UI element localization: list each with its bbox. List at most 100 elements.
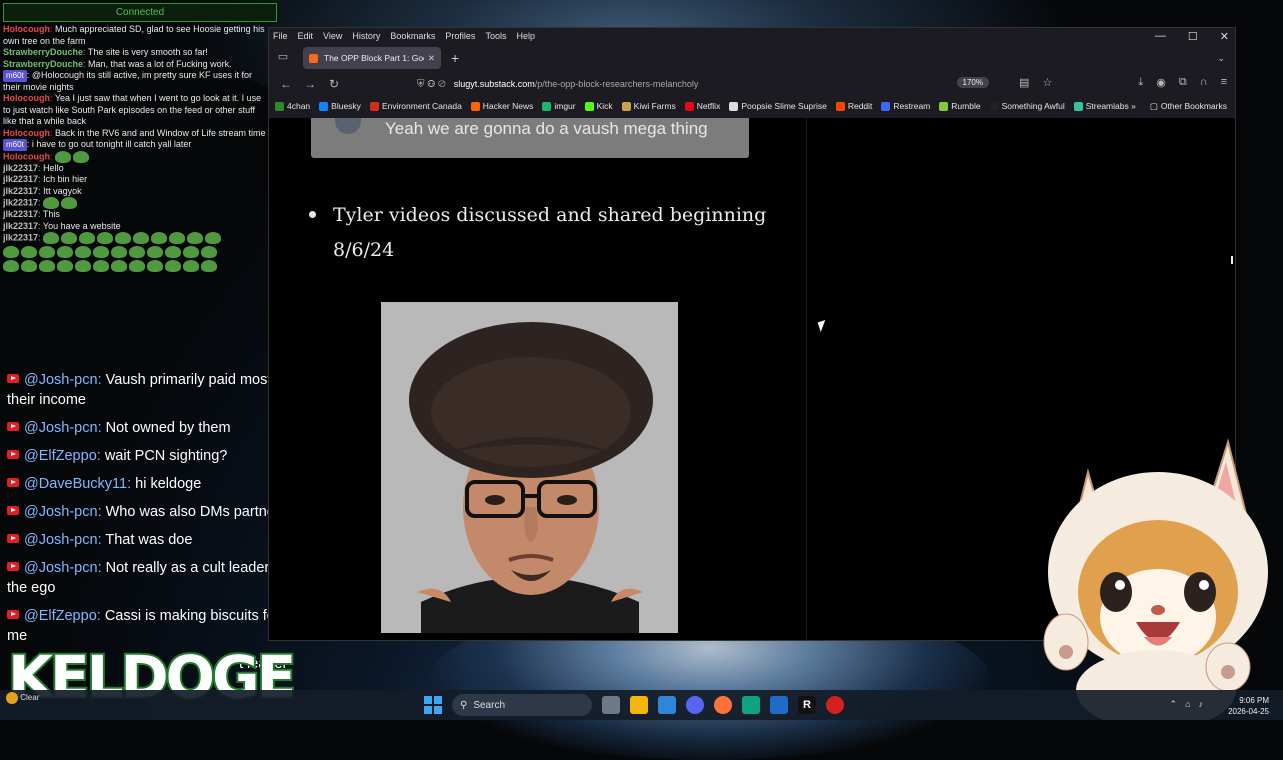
bookmark-item[interactable]: Netflix [684,101,720,111]
bookmark-item[interactable]: Kiwi Farms [621,101,676,111]
forward-icon[interactable]: → [303,77,317,91]
download-icon[interactable]: ⤓ [1138,76,1143,89]
chat-username[interactable]: jlk22317 [3,197,38,207]
youtube-username[interactable]: @DaveBucky11 [24,476,127,492]
tracking-shield-icon[interactable]: ⛨ ⚇ ⊘ [417,79,446,90]
discord-icon[interactable] [686,696,704,714]
bookmark-item[interactable]: Poopsie Slime Suprise [729,101,827,111]
bookmark-star-icon[interactable]: ☆ [1042,76,1052,89]
menu-item-help[interactable]: Help [516,31,535,41]
youtube-username[interactable]: @ElfZeppo [24,608,97,624]
chat-username[interactable]: jlk22317 [3,174,38,184]
bookmark-item[interactable]: 4chan [275,101,310,111]
chat-username[interactable]: Holocough [3,93,50,103]
youtube-chat-message: @Josh-pcn: Not owned by them [7,418,302,438]
maximize-icon[interactable]: ☐ [1188,30,1198,43]
obs-icon[interactable] [742,696,760,714]
account-icon[interactable]: ◉ [1156,76,1166,89]
bookmark-label: Restream [893,101,931,111]
bookmark-item[interactable]: Kick [584,101,613,111]
zoom-level[interactable]: 170% [956,77,989,88]
network-icon[interactable]: ⌂ [1185,699,1190,710]
chat-username[interactable]: jlk22317 [3,221,38,231]
tab-active[interactable]: The OPP Block Part 1: Gooners ✕ [303,47,441,69]
chat-username[interactable]: jlk22317 [3,163,38,173]
tray-chevron-icon[interactable]: ⌃ [1170,699,1178,710]
menu-item-history[interactable]: History [352,31,380,41]
youtube-username[interactable]: @Josh-pcn [24,372,98,388]
new-tab-icon[interactable]: + [451,50,459,66]
chat-message: Holocough: [3,150,267,163]
bookmark-item[interactable]: Streamlabs [1073,101,1129,111]
chat-username[interactable]: Holocough [3,128,50,138]
bookmark-item[interactable]: Reddit [835,101,872,111]
youtube-username[interactable]: @Josh-pcn [24,504,98,520]
chat-username[interactable]: StrawberryDouche [3,47,83,57]
pepe-emote-icon [165,246,181,258]
other-bookmarks[interactable]: » ▢ Other Bookmarks [1131,101,1227,112]
menu-item-edit[interactable]: Edit [298,31,314,41]
back-icon[interactable]: ← [279,77,293,91]
taskbar-search[interactable]: ⚲ Search [452,694,592,716]
bookmark-item[interactable]: Environment Canada [369,101,462,111]
app-menu-icon[interactable]: ≡ [1221,76,1227,89]
bookmark-item[interactable]: Bluesky [319,101,361,111]
menu-item-view[interactable]: View [323,31,342,41]
menu-item-profiles[interactable]: Profiles [445,31,475,41]
reader-view-icon[interactable]: ▤ [1019,76,1029,89]
chat-feed-top: Holocough: Much appreciated SD, glad to … [3,24,267,272]
chat-text: Back in the RV6 and and Window of Life s… [55,127,266,138]
extensions-icon[interactable]: ⧉ [1179,76,1187,89]
youtube-icon [7,506,19,515]
taskbar-widget[interactable]: Clear [6,692,39,704]
chat-username[interactable]: jlk22317 [3,209,38,219]
minimize-icon[interactable]: — [1155,30,1166,43]
substack-favicon-icon [309,53,318,63]
bookmark-item[interactable]: Rumble [939,101,981,111]
copilot-icon[interactable] [658,696,676,714]
reload-icon[interactable]: ↻ [327,77,341,91]
url-bar[interactable]: ⛨ ⚇ ⊘ slugyt.substack.com/p/the-opp-bloc… [417,74,997,94]
youtube-username[interactable]: @Josh-pcn [24,560,98,576]
pepe-emote-icon [97,232,114,244]
chat-username[interactable]: jlk22317 [3,232,38,242]
volume-icon[interactable]: ♪ [1199,699,1204,710]
article-photo[interactable] [381,302,678,633]
bookmark-favicon-icon [470,101,480,111]
chat-username[interactable]: Holocough [3,24,50,34]
bookmark-item[interactable]: Restream [881,101,930,111]
scrollbar-thumb[interactable] [1231,256,1233,264]
close-icon[interactable]: ✕ [1220,30,1229,43]
youtube-username[interactable]: @Josh-pcn [24,420,98,436]
menu-item-bookmarks[interactable]: Bookmarks [390,31,435,41]
task-view-icon[interactable] [602,696,620,714]
youtube-username[interactable]: @Josh-pcn [24,532,98,548]
restream-icon[interactable]: R [798,696,816,714]
chat-username[interactable]: m60t [3,70,27,82]
chat-username[interactable]: StrawberryDouche [3,59,83,69]
app-window-icon[interactable] [770,696,788,714]
chat-username[interactable]: jlk22317 [3,186,38,196]
tab-overflow-chevron-icon[interactable]: ⌄ [1217,53,1225,64]
tab-close-icon[interactable]: ✕ [428,53,435,64]
folder-icon: ▢ [1149,100,1158,111]
youtube-username[interactable]: @ElfZeppo [24,448,97,464]
chat-username[interactable]: Holocough [3,151,50,161]
windows-start-icon[interactable] [424,696,442,714]
youtube-chat-message: @Josh-pcn: Who was also DMs partner [7,502,302,522]
chat-username[interactable]: m60t [3,139,27,151]
bookmark-item[interactable]: Something Awful [989,101,1065,111]
firefox-icon[interactable] [714,696,732,714]
bookmark-item[interactable]: imgur [542,101,576,111]
taskbar-clock[interactable]: 9:06 PM 2026-04-25 [1228,695,1269,717]
tab-list-icon[interactable]: ▭ [275,50,291,66]
bookmarks-overflow-icon[interactable]: » [1131,101,1136,111]
menu-item-tools[interactable]: Tools [485,31,506,41]
chat-message: Holocough: Yea I just saw that when I we… [3,93,262,126]
bookmark-item[interactable]: Hacker News [470,101,533,111]
headset-icon[interactable]: ∩ [1200,76,1208,89]
pepe-emote-icon [187,232,204,244]
youtube-icon[interactable] [826,696,844,714]
file-explorer-icon[interactable] [630,696,648,714]
menu-item-file[interactable]: File [273,31,288,41]
